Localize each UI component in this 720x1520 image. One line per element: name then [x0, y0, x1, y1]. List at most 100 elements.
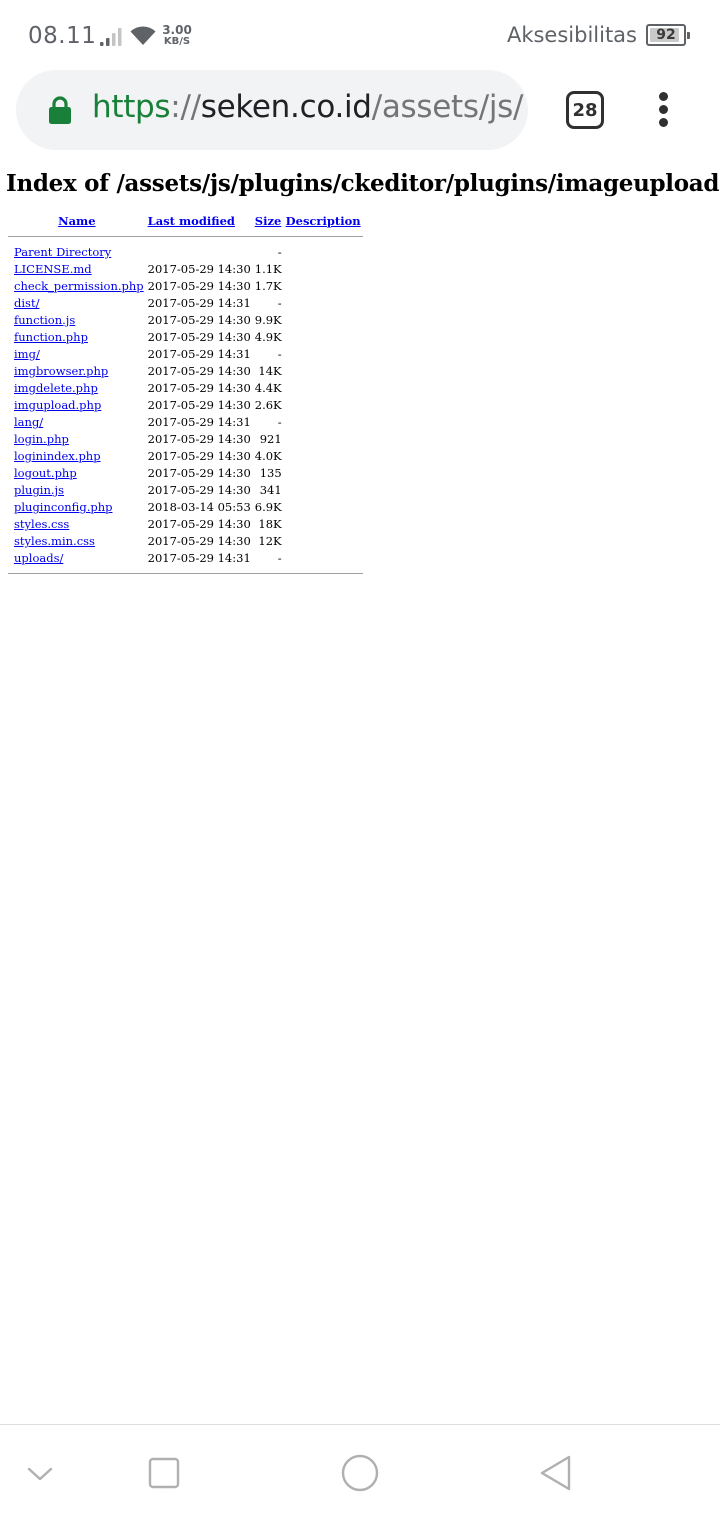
- cell-name: logout.php: [8, 465, 146, 482]
- cell-last-modified: 2017-05-29 14:31: [147, 296, 251, 310]
- cell-last-modified: 2017-05-29 14:30: [147, 483, 251, 497]
- column-header-name: Name: [8, 214, 146, 236]
- cell-size: 6.9K: [254, 500, 282, 514]
- chevron-down-icon[interactable]: [16, 1449, 64, 1497]
- network-speed-value: 3.00: [162, 23, 192, 37]
- system-navigation-bar: [0, 1424, 720, 1520]
- file-link[interactable]: styles.min.css: [14, 534, 95, 548]
- battery-level: 92: [656, 27, 676, 43]
- cell-description: [284, 516, 363, 533]
- url-separator: ://: [170, 89, 201, 125]
- table-row: dist/2017-05-29 14:31 -: [8, 295, 363, 312]
- cell-name: LICENSE.md: [8, 261, 146, 278]
- file-link[interactable]: img/: [14, 347, 40, 361]
- status-time: 08.11: [28, 23, 97, 49]
- cell-description: [284, 465, 363, 482]
- file-link[interactable]: imgupload.php: [14, 398, 101, 412]
- network-speed-unit: KB/S: [163, 36, 191, 47]
- sort-by-size-link[interactable]: Size: [255, 214, 282, 228]
- menu-dot-top: [659, 92, 668, 101]
- home-circle-icon[interactable]: [336, 1449, 384, 1497]
- cell-description: [284, 414, 363, 431]
- lock-icon[interactable]: [49, 96, 71, 124]
- cell-last-modified: 2017-05-29 14:31: [147, 347, 251, 361]
- cell-size: 14K: [258, 364, 282, 378]
- cell-name: styles.css: [8, 516, 146, 533]
- url-text[interactable]: https://seken.co.id/assets/js/: [92, 89, 523, 125]
- file-link[interactable]: function.js: [14, 313, 75, 327]
- cell-size: -: [277, 347, 282, 361]
- cell-size: -: [277, 415, 282, 429]
- cell-name: plugin.js: [8, 482, 146, 499]
- table-row: Parent Directory -: [8, 244, 363, 261]
- table-row: img/2017-05-29 14:31 -: [8, 346, 363, 363]
- back-triangle-icon[interactable]: [532, 1449, 580, 1497]
- cell-name: loginindex.php: [8, 448, 146, 465]
- network-speed: 3.00 KB/S: [160, 23, 194, 47]
- cell-name: uploads/: [8, 550, 146, 567]
- column-header-description: Description: [284, 214, 363, 236]
- header-divider-cell: [8, 236, 363, 244]
- file-link[interactable]: LICENSE.md: [14, 262, 92, 276]
- sort-by-description-link[interactable]: Description: [286, 214, 361, 228]
- menu-dot-middle: [659, 105, 668, 114]
- cell-description: [284, 397, 363, 414]
- file-link[interactable]: plugin.js: [14, 483, 64, 497]
- footer-divider-cell: [8, 567, 363, 575]
- file-link[interactable]: login.php: [14, 432, 69, 446]
- cell-last-modified: 2017-05-29 14:31: [147, 551, 251, 565]
- cell-size: 18K: [258, 517, 282, 531]
- address-bar[interactable]: https://seken.co.id/assets/js/: [16, 70, 528, 150]
- file-link[interactable]: check_permission.php: [14, 279, 144, 293]
- file-link[interactable]: imgbrowser.php: [14, 364, 108, 378]
- file-link[interactable]: pluginconfig.php: [14, 500, 112, 514]
- cell-size: -: [277, 296, 282, 310]
- cell-size: 4.9K: [254, 330, 282, 344]
- parent-directory-link[interactable]: Parent Directory: [14, 245, 111, 259]
- tab-switcher-button[interactable]: 28: [566, 91, 604, 129]
- file-link[interactable]: function.php: [14, 330, 88, 344]
- file-link[interactable]: loginindex.php: [14, 449, 101, 463]
- cell-last-modified: 2017-05-29 14:30: [147, 432, 251, 446]
- cell-last-modified: 2017-05-29 14:30: [147, 381, 251, 395]
- battery-tip: [687, 31, 690, 39]
- cell-description: [284, 346, 363, 363]
- cell-last-modified: 2017-05-29 14:30: [147, 313, 251, 327]
- file-link[interactable]: imgdelete.php: [14, 381, 98, 395]
- cell-description: [284, 482, 363, 499]
- cell-name: login.php: [8, 431, 146, 448]
- table-row: imgbrowser.php 2017-05-29 14:30 14K: [8, 363, 363, 380]
- file-link[interactable]: logout.php: [14, 466, 77, 480]
- table-row: lang/2017-05-29 14:31 -: [8, 414, 363, 431]
- cell-size: 1.7K: [254, 279, 282, 293]
- cell-last-modified: 2017-05-29 14:30: [147, 534, 251, 548]
- web-page: Index of /assets/js/plugins/ckeditor/plu…: [0, 164, 720, 1424]
- file-link[interactable]: uploads/: [14, 551, 63, 565]
- cell-size: 2.6K: [254, 398, 282, 412]
- table-row: function.js 2017-05-29 14:30 9.9K: [8, 312, 363, 329]
- file-link[interactable]: styles.css: [14, 517, 69, 531]
- cell-size: -: [277, 245, 282, 259]
- cell-last-modified: 2018-03-14 05:53: [147, 500, 251, 514]
- status-right: Aksesibilitas 92: [507, 23, 690, 47]
- cell-last-modified: 2017-05-29 14:30: [147, 398, 251, 412]
- page-title: Index of /assets/js/plugins/ckeditor/plu…: [6, 170, 720, 197]
- cell-name: check_permission.php: [8, 278, 146, 295]
- table-row: imgupload.php 2017-05-29 14:30 2.6K: [8, 397, 363, 414]
- file-link[interactable]: lang/: [14, 415, 43, 429]
- table-row: imgdelete.php 2017-05-29 14:30 4.4K: [8, 380, 363, 397]
- sort-by-name-link[interactable]: Name: [58, 214, 95, 228]
- sort-by-last-modified-link[interactable]: Last modified: [148, 214, 235, 228]
- cell-description: [284, 431, 363, 448]
- table-row: pluginconfig.php 2018-03-14 05:53 6.9K: [8, 499, 363, 516]
- cell-name: function.js: [8, 312, 146, 329]
- more-vert-icon[interactable]: [652, 92, 676, 128]
- cell-size: 12K: [258, 534, 282, 548]
- cell-size: 135: [259, 466, 282, 480]
- file-link[interactable]: dist/: [14, 296, 39, 310]
- cell-last-modified: 2017-05-29 14:30: [147, 517, 251, 531]
- cell-last-modified: [146, 244, 253, 261]
- cell-name: img/: [8, 346, 146, 363]
- recents-square-icon[interactable]: [140, 1449, 188, 1497]
- cell-name: pluginconfig.php: [8, 499, 146, 516]
